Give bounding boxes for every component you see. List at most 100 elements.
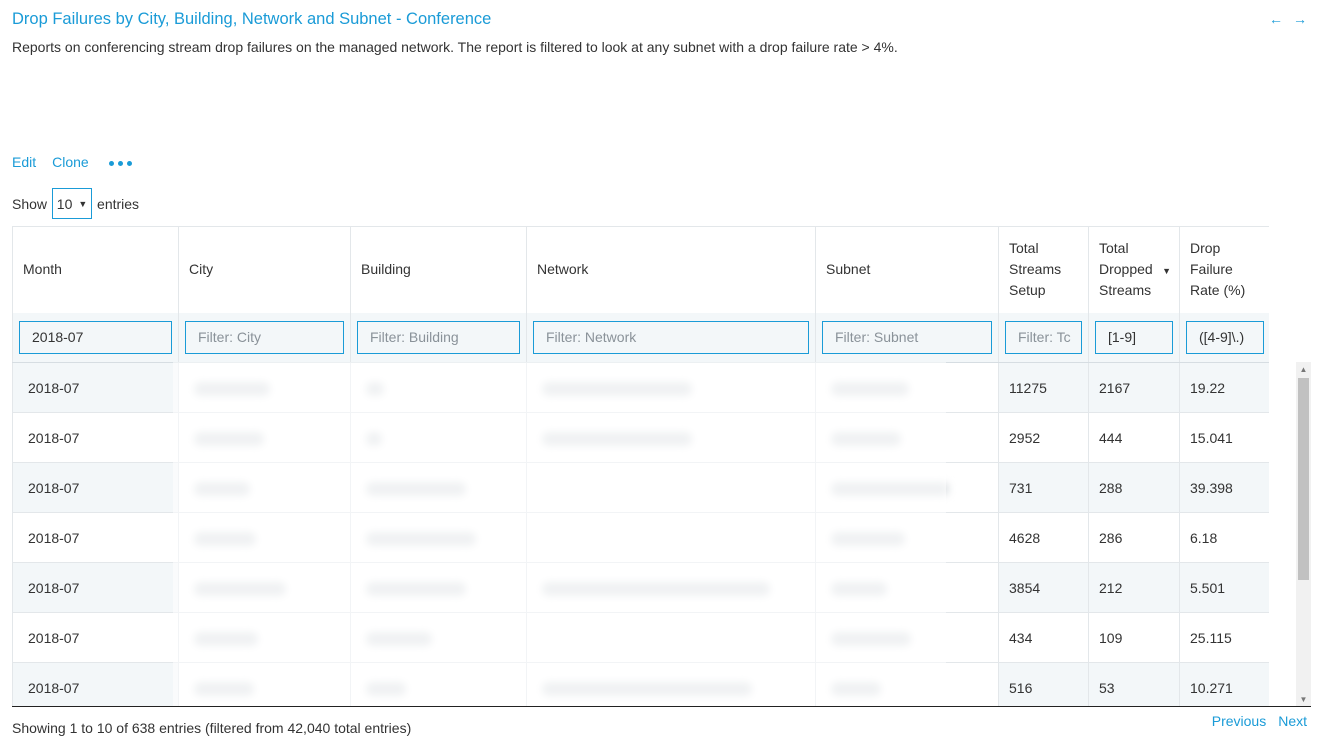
cell-total-streams: 731 bbox=[998, 462, 1089, 513]
redacted-bar bbox=[194, 631, 258, 646]
table-row[interactable]: 2018-07 2952 444 15.041 bbox=[12, 412, 1269, 463]
cell-total-streams: 11275 bbox=[998, 362, 1089, 413]
cell-network bbox=[526, 562, 816, 613]
table-bottom-divider bbox=[12, 706, 1311, 707]
cell-city bbox=[178, 562, 351, 613]
cell-city bbox=[178, 512, 351, 563]
filter-month-input[interactable]: 2018-07 bbox=[19, 320, 172, 354]
page-length-select[interactable]: 10 ▼ bbox=[52, 188, 93, 219]
page-length-control: Show 10 ▼ entries bbox=[12, 188, 139, 219]
previous-page-link[interactable]: Previous bbox=[1212, 713, 1266, 729]
table-row[interactable]: 2018-07 731 288 39.398 bbox=[12, 462, 1269, 513]
chevron-down-icon: ▼ bbox=[78, 198, 88, 209]
cell-total-streams: 3854 bbox=[998, 562, 1089, 613]
redacted-bar bbox=[366, 381, 384, 396]
page-length-value: 10 bbox=[56, 195, 73, 212]
next-page-link[interactable]: Next bbox=[1278, 713, 1307, 729]
table-info: Showing 1 to 10 of 638 entries (filtered… bbox=[12, 720, 412, 736]
column-header-drop-rate[interactable]: Drop Failure Rate (%) bbox=[1179, 226, 1269, 313]
cell-total-streams: 516 bbox=[998, 662, 1089, 707]
redacted-bar bbox=[194, 681, 254, 696]
cell-subnet bbox=[815, 462, 999, 513]
table-scrollbar[interactable]: ▲ ▼ bbox=[1296, 362, 1311, 707]
redacted-bar bbox=[366, 631, 432, 646]
cell-total-streams: 4628 bbox=[998, 512, 1089, 563]
cell-drop-rate: 15.041 bbox=[1179, 412, 1269, 463]
cell-month: 2018-07 bbox=[12, 612, 179, 663]
redacted-bar bbox=[194, 531, 256, 546]
redacted-bar bbox=[831, 631, 911, 646]
filter-city-input[interactable]: Filter: City bbox=[185, 320, 344, 354]
entries-label: entries bbox=[97, 195, 140, 212]
cell-month: 2018-07 bbox=[12, 562, 179, 613]
redacted-bar bbox=[542, 431, 692, 446]
cell-month: 2018-07 bbox=[12, 662, 179, 707]
cell-total-dropped: 286 bbox=[1088, 512, 1180, 563]
column-header-total-streams[interactable]: Total Streams Setup bbox=[998, 226, 1089, 313]
cell-building bbox=[350, 612, 527, 663]
cell-subnet bbox=[815, 612, 999, 663]
cell-total-streams: 434 bbox=[998, 612, 1089, 663]
redacted-bar bbox=[831, 431, 901, 446]
table-row[interactable]: 2018-07 4628 286 6.18 bbox=[12, 512, 1269, 563]
cell-building bbox=[350, 662, 527, 707]
column-header-city[interactable]: City bbox=[178, 226, 351, 313]
cell-total-dropped: 288 bbox=[1088, 462, 1180, 513]
column-header-total-dropped[interactable]: Total Dropped Streams ▼ bbox=[1088, 226, 1180, 313]
column-header-building[interactable]: Building bbox=[350, 226, 527, 313]
cell-network bbox=[526, 412, 816, 463]
redacted-bar bbox=[366, 681, 406, 696]
table-row[interactable]: 2018-07 3854 212 5.501 bbox=[12, 562, 1269, 613]
column-header-network[interactable]: Network bbox=[526, 226, 816, 313]
table-row[interactable]: 2018-07 11275 2167 19.22 bbox=[12, 362, 1269, 413]
clone-link[interactable]: Clone bbox=[52, 154, 89, 170]
filter-network-input[interactable]: Filter: Network bbox=[533, 320, 809, 354]
cell-building bbox=[350, 462, 527, 513]
redacted-bar bbox=[366, 431, 382, 446]
scrollbar-thumb[interactable] bbox=[1298, 378, 1309, 580]
redacted-bar bbox=[831, 531, 905, 546]
redacted-bar bbox=[194, 481, 250, 496]
cell-drop-rate: 5.501 bbox=[1179, 562, 1269, 613]
cell-city bbox=[178, 412, 351, 463]
cell-month: 2018-07 bbox=[12, 512, 179, 563]
scroll-up-icon[interactable]: ▲ bbox=[1296, 365, 1311, 374]
cell-building bbox=[350, 562, 527, 613]
redacted-bar bbox=[194, 581, 286, 596]
scroll-down-icon[interactable]: ▼ bbox=[1296, 695, 1311, 704]
filter-total-dropped-input[interactable]: [1-9] bbox=[1095, 320, 1173, 354]
filter-drop-rate-input[interactable]: ([4-9]\.) bbox=[1186, 320, 1264, 354]
redacted-bar bbox=[831, 581, 887, 596]
cell-total-dropped: 53 bbox=[1088, 662, 1180, 707]
redacted-bar bbox=[542, 681, 752, 696]
redacted-bar bbox=[542, 381, 692, 396]
redacted-bar bbox=[194, 381, 270, 396]
cell-subnet bbox=[815, 562, 999, 613]
more-dots-icon[interactable] bbox=[105, 160, 132, 166]
next-report-icon[interactable]: → bbox=[1293, 11, 1307, 27]
cell-city bbox=[178, 612, 351, 663]
cell-network bbox=[526, 662, 816, 707]
column-header-month[interactable]: Month bbox=[12, 226, 179, 313]
edit-link[interactable]: Edit bbox=[12, 154, 36, 170]
cell-month: 2018-07 bbox=[12, 362, 179, 413]
report-table: Month City Building Network Subnet Total… bbox=[12, 226, 1269, 707]
redacted-bar bbox=[831, 681, 881, 696]
filter-building-input[interactable]: Filter: Building bbox=[357, 320, 520, 354]
prev-report-icon[interactable]: ← bbox=[1269, 11, 1283, 27]
column-header-subnet[interactable]: Subnet bbox=[815, 226, 999, 313]
report-title[interactable]: Drop Failures by City, Building, Network… bbox=[12, 10, 491, 29]
filter-subnet-input[interactable]: Filter: Subnet bbox=[822, 320, 992, 354]
cell-city bbox=[178, 662, 351, 707]
cell-total-dropped: 444 bbox=[1088, 412, 1180, 463]
table-row[interactable]: 2018-07 434 109 25.115 bbox=[12, 612, 1269, 663]
table-row[interactable]: 2018-07 516 53 10.271 bbox=[12, 662, 1269, 707]
cell-network bbox=[526, 462, 816, 513]
redacted-bar bbox=[542, 581, 770, 596]
cell-building bbox=[350, 362, 527, 413]
show-label: Show bbox=[12, 195, 48, 212]
cell-building bbox=[350, 512, 527, 563]
redacted-bar bbox=[366, 481, 466, 496]
cell-city bbox=[178, 462, 351, 513]
filter-total-streams-input[interactable]: Filter: Tc bbox=[1005, 320, 1082, 354]
